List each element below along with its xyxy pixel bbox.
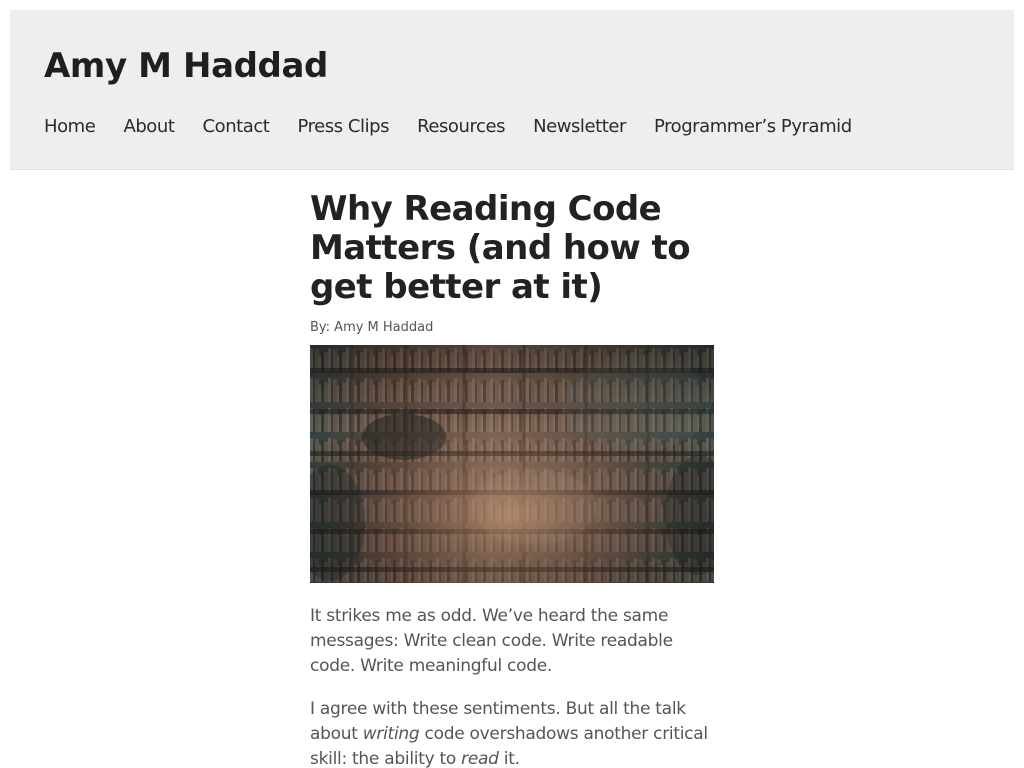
nav-link-resources[interactable]: Resources	[417, 115, 505, 139]
nav-link-home[interactable]: Home	[44, 115, 96, 139]
article: Why Reading Code Matters (and how to get…	[310, 190, 714, 768]
read-emphasis: read	[461, 749, 499, 768]
site-header: Amy M Haddad Home About Contact Press Cl…	[10, 10, 1014, 170]
article-title: Why Reading Code Matters (and how to get…	[310, 190, 691, 307]
nav-link-programmers-pyramid[interactable]: Programmer’s Pyramid	[654, 115, 852, 139]
article-paragraph-2: I agree with these sentiments. But all t…	[310, 697, 714, 768]
article-byline: By: Amy M Haddad	[310, 320, 434, 335]
main-navigation: Home About Contact Press Clips Resources…	[44, 115, 852, 139]
site-title-link[interactable]: Amy M Haddad	[44, 46, 328, 86]
writing-emphasis: writing	[362, 724, 420, 744]
featured-bookshelf-image	[310, 345, 714, 583]
page: Amy M Haddad Home About Contact Press Cl…	[0, 0, 1024, 768]
nav-link-contact[interactable]: Contact	[203, 115, 270, 139]
nav-link-about[interactable]: About	[123, 115, 174, 139]
nav-link-press-clips[interactable]: Press Clips	[298, 115, 390, 139]
bookshelf-illustration	[310, 345, 714, 583]
article-paragraph-1: It strikes me as odd. We’ve heard the sa…	[310, 606, 673, 676]
paragraph-2-text-end: it.	[498, 749, 520, 768]
article-body: It strikes me as odd. We’ve heard the sa…	[310, 604, 714, 768]
nav-link-newsletter[interactable]: Newsletter	[533, 115, 626, 139]
